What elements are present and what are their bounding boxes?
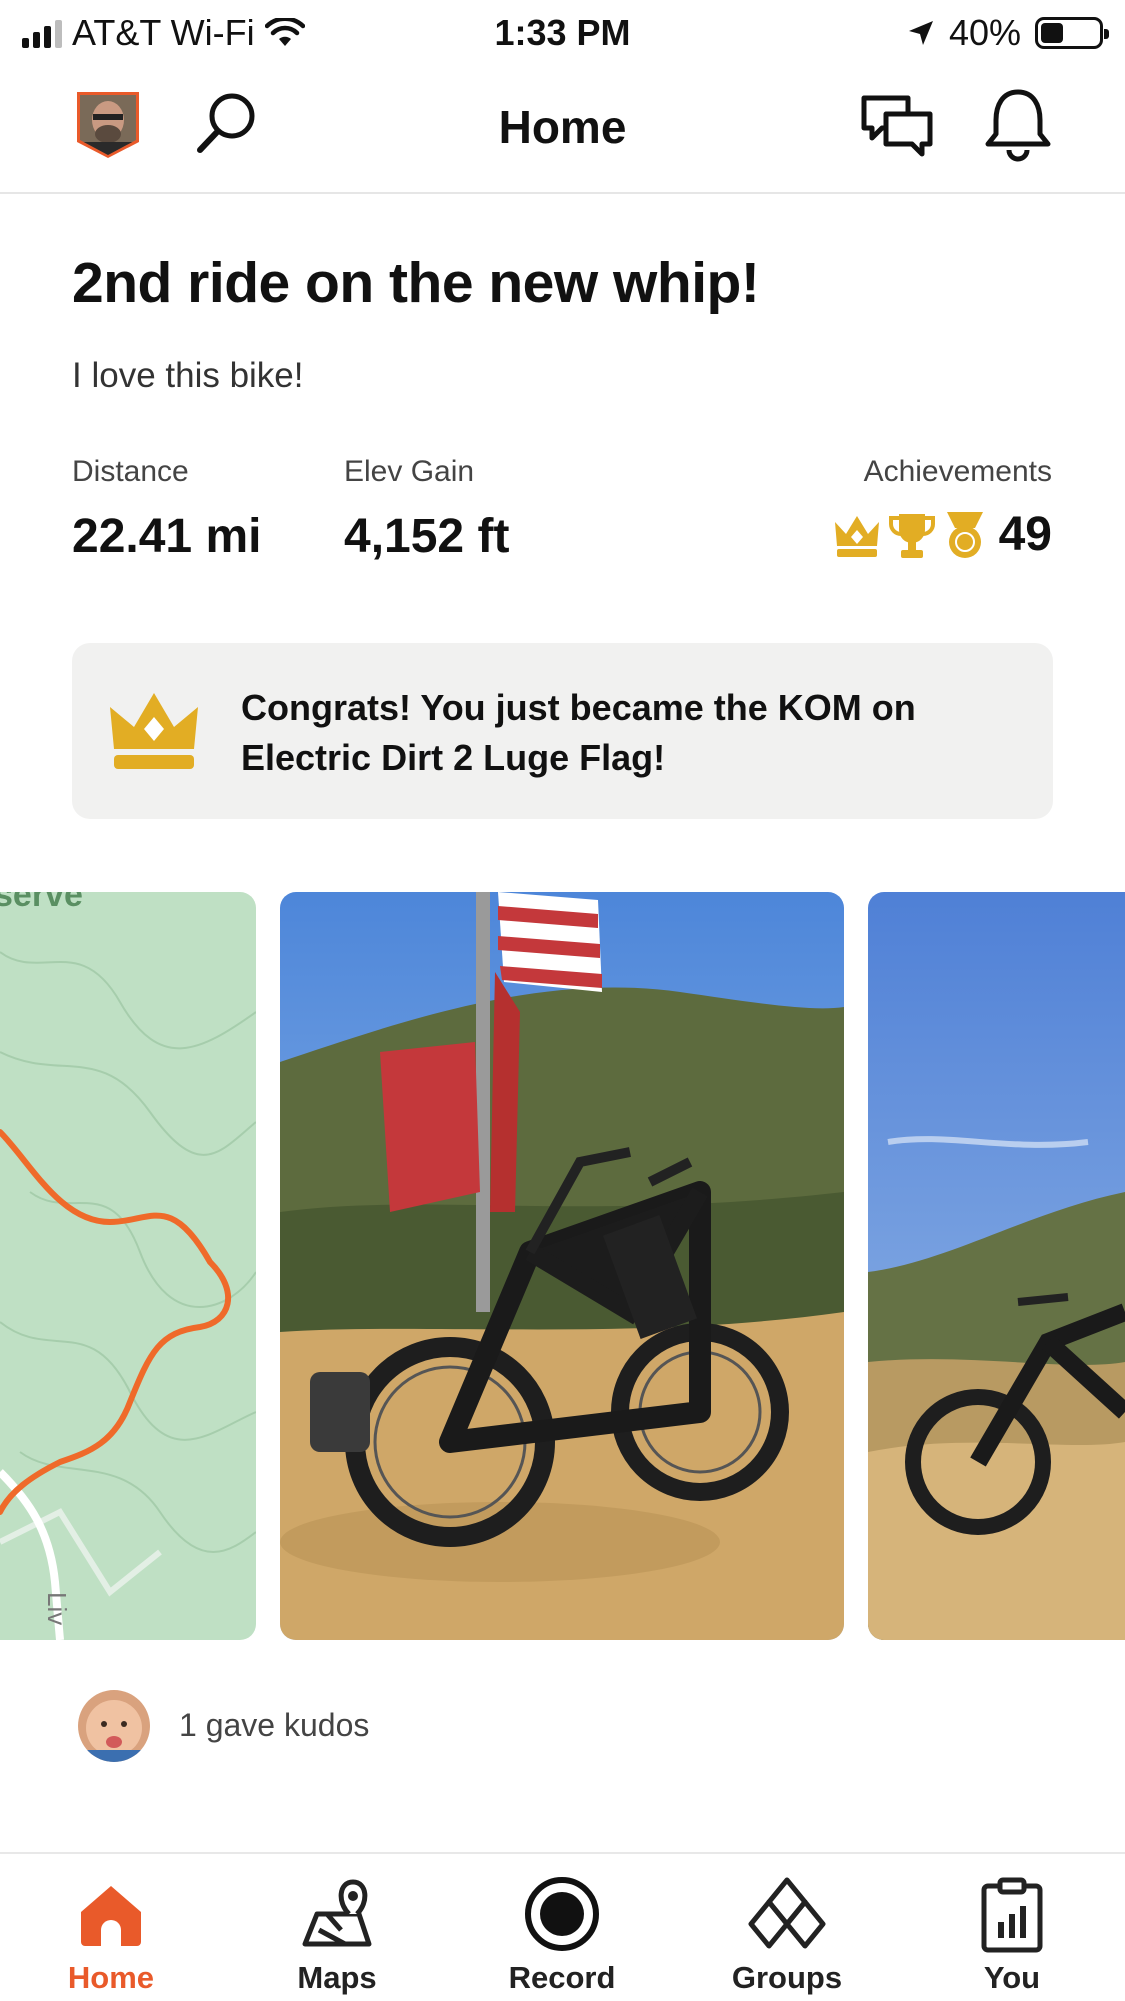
- activity-description: I love this bike!: [72, 356, 304, 395]
- trophy-icon: [888, 513, 935, 558]
- elevation-stat: Elev Gain 4,152 ft: [344, 455, 509, 564]
- tab-you-label: You: [983, 1960, 1041, 1995]
- kom-achievement-card[interactable]: Congrats! You just became the KOM on Ele…: [72, 643, 1053, 819]
- tab-maps-label: Maps: [297, 1960, 377, 1995]
- achievements-stat[interactable]: Achievements 49: [831, 455, 1052, 562]
- tab-record[interactable]: Record: [472, 1854, 652, 2001]
- page-title: Home: [498, 101, 627, 153]
- tab-you[interactable]: You: [922, 1854, 1102, 2001]
- status-right: 40%: [907, 12, 1109, 54]
- groups-icon: [748, 1877, 826, 1949]
- status-bar: AT&T Wi-Fi 1:33 PM 40%: [0, 0, 1125, 62]
- chat-icon[interactable]: [856, 84, 936, 164]
- record-icon: [525, 1877, 599, 1951]
- battery-icon: [1035, 17, 1109, 49]
- maps-icon: [302, 1879, 372, 1947]
- elevation-value: 4,152 ft: [344, 510, 510, 563]
- tab-maps[interactable]: Maps: [247, 1854, 427, 2001]
- kudos-count[interactable]: 1 gave kudos: [179, 1707, 369, 1744]
- achievements-label: Achievements: [863, 455, 1052, 488]
- activity-photo-1[interactable]: [280, 892, 844, 1640]
- kom-message: Congrats! You just became the KOM on Ele…: [241, 687, 916, 778]
- tab-record-label: Record: [508, 1960, 616, 1995]
- tab-home-label: Home: [67, 1960, 155, 1995]
- tab-home[interactable]: Home: [21, 1854, 201, 2001]
- tab-groups[interactable]: Groups: [697, 1854, 877, 2001]
- bell-icon[interactable]: [978, 84, 1058, 164]
- kudos-avatar[interactable]: [78, 1690, 150, 1762]
- elevation-label: Elev Gain: [344, 455, 475, 488]
- distance-stat: Distance 22.41 mi: [72, 455, 261, 564]
- battery-percent: 40%: [948, 12, 1021, 53]
- bottom-tab-bar: Home Maps Record Groups You: [0, 1852, 1125, 2001]
- activity-title[interactable]: 2nd ride on the new whip!: [72, 250, 760, 316]
- kom-crown-icon: [110, 693, 198, 769]
- you-icon: [981, 1877, 1043, 1953]
- home-icon: [81, 1886, 141, 1946]
- tab-groups-label: Groups: [731, 1960, 843, 1995]
- medal-icon: [946, 511, 983, 558]
- location-arrow-icon: [908, 21, 933, 45]
- map-label-top: serve: [0, 892, 83, 914]
- activity-photo-2[interactable]: [868, 892, 1125, 1640]
- distance-label: Distance: [72, 455, 189, 488]
- crown-icon: [834, 515, 879, 557]
- route-map-thumbnail[interactable]: serve Liv: [0, 892, 256, 1640]
- achievements-count: 49: [998, 508, 1052, 561]
- top-nav-bar: Home: [0, 62, 1125, 194]
- map-label-road: Liv: [42, 1592, 72, 1625]
- distance-value: 22.41 mi: [72, 510, 262, 563]
